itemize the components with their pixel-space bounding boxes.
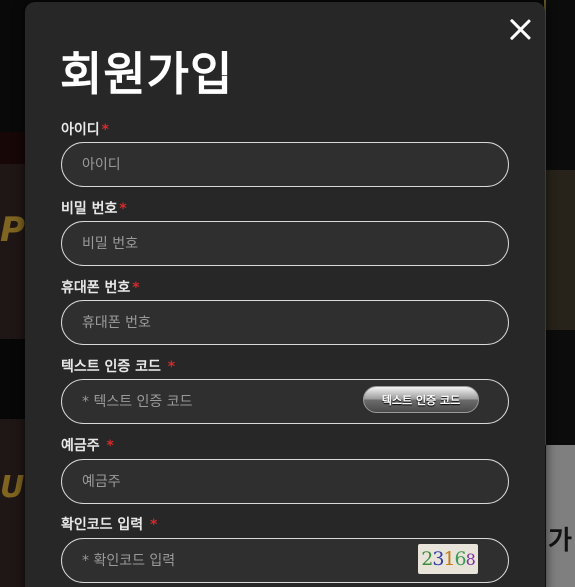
required-mark: * [101, 122, 109, 138]
required-mark: * [106, 438, 114, 454]
required-mark: * [167, 359, 176, 375]
modal-title: 회원가입 [60, 47, 234, 101]
account-holder-input[interactable] [61, 459, 509, 504]
captcha-char: 1 [443, 548, 455, 570]
field-label-phone: 휴대폰 번호 * [61, 277, 140, 297]
field-label-password: 비밀 번호 * [61, 198, 127, 218]
field-label-username: 아이디 * [61, 119, 109, 139]
field-label-text: 텍스트 인증 코드 [61, 359, 161, 375]
captcha-char: 2 [421, 548, 433, 570]
field-label-text: 아이디 [61, 122, 100, 138]
required-mark: * [119, 201, 127, 217]
field-label-text: 휴대폰 번호 [61, 280, 131, 296]
phone-input[interactable] [61, 300, 509, 345]
signup-modal: 회원가입 아이디* 비밀 번호* 휴대폰 번호* 텍스트 인증 코드 * 예금주… [25, 2, 545, 587]
captcha-char: 6 [454, 548, 467, 570]
password-input[interactable] [61, 221, 509, 266]
field-label-text-code: 텍스트 인증 코드 * [61, 356, 175, 376]
username-input[interactable] [61, 142, 509, 187]
required-mark: * [132, 280, 140, 296]
captcha-char: 8 [465, 549, 476, 569]
captcha-char: 3 [432, 548, 444, 570]
field-label-text: 예금주 [61, 438, 100, 454]
close-icon[interactable] [509, 18, 531, 40]
field-label-text: 비밀 번호 [61, 201, 118, 217]
field-label-text: 확인코드 입력 [61, 517, 144, 533]
captcha-image: 2 3 1 6 8 [418, 544, 478, 574]
field-label-confirm-code: 확인코드 입력 * [61, 514, 157, 534]
request-text-code-button[interactable]: 텍스트 인증 코드 [363, 386, 479, 413]
required-mark: * [150, 517, 158, 533]
field-label-account-holder: 예금주 * [61, 435, 114, 455]
